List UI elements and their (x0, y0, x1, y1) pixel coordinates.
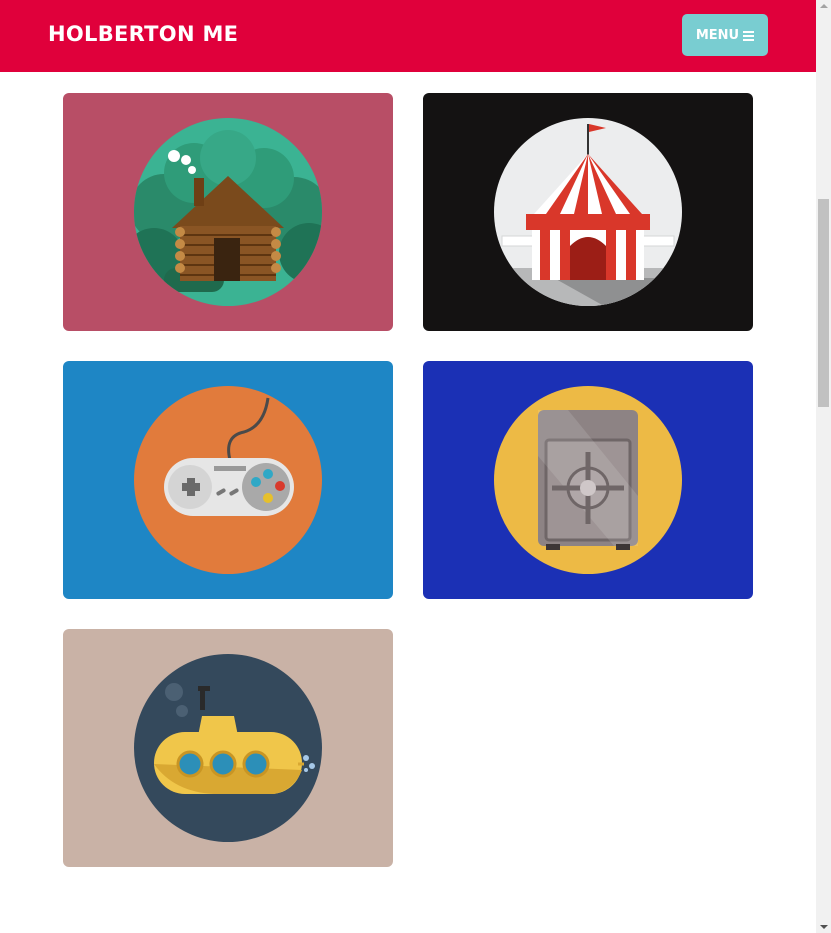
portfolio-item-safe[interactable] (423, 361, 753, 599)
menu-label: MENU (695, 27, 740, 43)
vertical-scrollbar[interactable] (816, 0, 831, 933)
scroll-down-arrow-icon[interactable] (820, 925, 828, 929)
portfolio-item-controller[interactable] (63, 361, 393, 599)
portfolio-item-circus[interactable] (423, 93, 753, 331)
scrollbar-thumb[interactable] (818, 199, 829, 407)
scroll-up-arrow-icon[interactable] (820, 4, 828, 8)
log-cabin-icon (134, 118, 322, 306)
game-controller-icon (134, 386, 322, 574)
safe-icon (494, 386, 682, 574)
portfolio-item-submarine[interactable] (63, 629, 393, 867)
brand-title[interactable]: HOLBERTON ME (48, 22, 238, 46)
navbar: HOLBERTON ME MENU (0, 0, 816, 72)
circus-tent-icon (494, 118, 682, 306)
menu-button[interactable]: MENU (682, 14, 768, 56)
hamburger-icon (743, 30, 755, 41)
portfolio-item-cabin[interactable] (63, 93, 393, 331)
submarine-icon (134, 654, 322, 842)
